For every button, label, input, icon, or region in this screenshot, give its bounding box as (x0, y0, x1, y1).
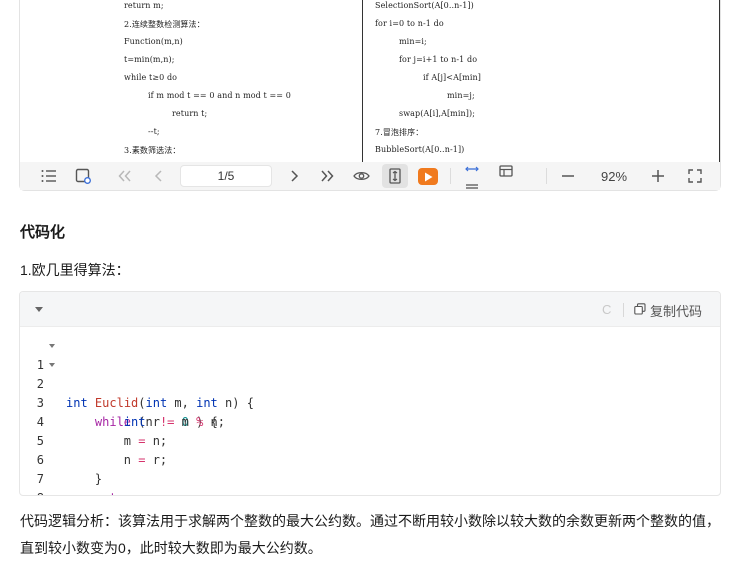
subsection-title: 1.欧几里得算法： (20, 262, 130, 278)
scroll-mode-icon[interactable] (496, 157, 516, 185)
document-left-column: return m; 2.连续整数检测算法： Function(m,n) t=mi… (20, 0, 363, 162)
code-line: 1 int Euclid(int m, int n) { (20, 337, 720, 410)
copy-code-button[interactable]: 复制代码 (634, 300, 702, 320)
previous-page-icon[interactable] (148, 162, 168, 190)
doc-line: swap(A[i],A[min]); (399, 109, 476, 118)
doc-line: return m; (124, 1, 164, 10)
code-line: 2 while (n != 0 ) { (20, 356, 720, 429)
section-title: 代码化 (20, 224, 66, 241)
eye-icon[interactable] (350, 162, 372, 190)
doc-line: 2.连续整数检测算法： (124, 20, 205, 29)
toolbar-divider (450, 168, 451, 184)
copy-code-label: 复制代码 (650, 303, 703, 319)
doc-line: BubbleSort(A[0..n-1]) (375, 145, 465, 154)
code-language-label: C (602, 302, 612, 317)
code-line: 3 int r = m % n; (20, 375, 720, 429)
document-right-column: SelectionSort(A[0..n-1]) for i=0 to n-1 … (364, 0, 720, 162)
zoom-level[interactable]: 92% (594, 162, 634, 190)
last-page-icon[interactable] (316, 162, 338, 190)
page-indicator[interactable]: 1/5 (180, 165, 272, 187)
doc-line: while t≥0 do (124, 73, 178, 82)
code-line: 8 } (20, 470, 720, 495)
doc-line: 7.冒泡排序： (375, 128, 424, 137)
code-analysis-paragraph: 代码逻辑分析：该算法用于求解两个整数的最大公约数。通过不断用较小数除以较大数的余… (20, 513, 720, 556)
doc-line: min=j; (447, 91, 475, 100)
fold-arrow-icon[interactable] (49, 363, 55, 367)
doc-line: --t; (148, 127, 160, 136)
copy-icon (634, 302, 646, 318)
first-page-icon[interactable] (114, 162, 136, 190)
doc-line: for j=i+1 to n-1 do (399, 55, 478, 64)
doc-line: t=min(m,n); (124, 55, 175, 64)
zoom-out-icon[interactable] (557, 162, 579, 190)
doc-line: for i=0 to n-1 do (375, 19, 444, 28)
doc-line: SelectionSort(A[0..n-1]) (375, 1, 474, 10)
header-divider (623, 303, 624, 317)
doc-line: 3.素数筛选法： (124, 146, 181, 155)
code-line: 7 return m; (20, 451, 720, 495)
line-number: 8 (34, 489, 44, 495)
thumbnail-view-icon[interactable] (72, 162, 94, 190)
zoom-in-icon[interactable] (647, 162, 669, 190)
fullscreen-icon[interactable] (684, 162, 706, 190)
code-line: 5 n = r; (20, 413, 720, 467)
code-line: 6 } (20, 432, 720, 486)
code-line: 4 m = n; (20, 394, 720, 448)
fold-arrow-icon[interactable] (49, 344, 55, 348)
toolbar-divider (546, 168, 547, 184)
outline-list-icon[interactable] (38, 162, 60, 190)
viewer-toolbar: 1/5 92% (20, 162, 720, 190)
document-page: return m; 2.连续整数检测算法： Function(m,n) t=mi… (20, 0, 720, 162)
doc-line: return t; (172, 109, 208, 118)
doc-line: Function(m,n) (124, 37, 183, 46)
collapse-toggle-icon[interactable] (35, 307, 43, 312)
document-viewer: return m; 2.连续整数检测算法： Function(m,n) t=mi… (19, 0, 721, 191)
fit-page-icon[interactable] (384, 162, 406, 190)
code-block-header: C 复制代码 (20, 292, 720, 327)
next-page-icon[interactable] (284, 162, 304, 190)
code-text: return m; (66, 489, 160, 495)
play-icon[interactable] (418, 168, 438, 185)
doc-line: if A[j]<A[min] (423, 73, 481, 82)
code-block: C 复制代码 1 int Euclid(int m, int n) { 2 wh… (19, 291, 721, 496)
fit-width-icon[interactable] (462, 162, 482, 190)
doc-line: min=i; (399, 37, 427, 46)
doc-line: if m mod t == 0 and n mod t == 0 (148, 91, 291, 100)
